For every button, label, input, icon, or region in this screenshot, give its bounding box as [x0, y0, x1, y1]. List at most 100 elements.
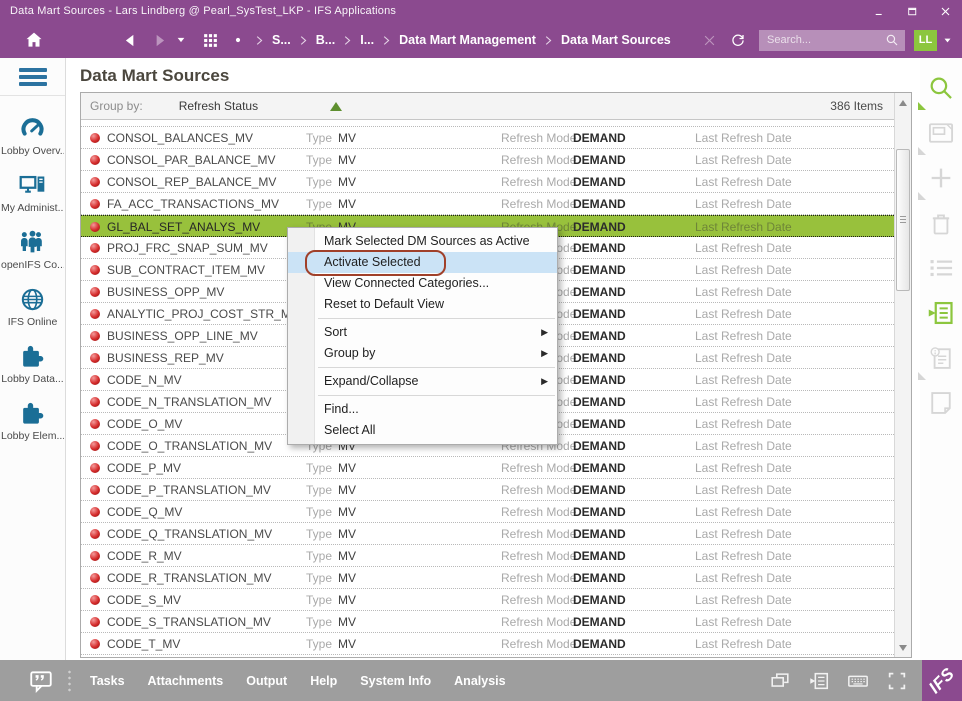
breadcrumb-item-s[interactable]: S... — [272, 33, 291, 47]
table-row[interactable]: CODE_P_TRANSLATION_MVTypeMVRefresh ModeD… — [81, 479, 894, 501]
statusbar-item-help[interactable]: Help — [310, 674, 337, 688]
minimize-icon[interactable] — [873, 5, 886, 18]
table-row[interactable]: CODE_P_MVTypeMVRefresh ModeDEMANDLast Re… — [81, 457, 894, 479]
breadcrumb-item-b[interactable]: B... — [316, 33, 335, 47]
titlebar: Data Mart Sources - Lars Lindberg @ Pear… — [0, 0, 962, 22]
breadcrumb-item-data-mart-sources[interactable]: Data Mart Sources — [561, 33, 671, 47]
table-row[interactable]: CODE_T_TRANSLATION_MVTypeMVRefresh ModeD… — [81, 655, 894, 657]
table-row[interactable]: CONSOL_REP_BALANCE_MVTypeMVRefresh ModeD… — [81, 171, 894, 193]
scroll-up-icon[interactable] — [899, 100, 907, 106]
card-button[interactable] — [927, 119, 955, 147]
hamburger-menu-icon[interactable] — [19, 68, 47, 86]
user-badge[interactable]: LL — [914, 30, 937, 51]
row-name: SUB_CONTRACT_ITEM_MV — [107, 263, 265, 277]
breadcrumb-separator — [536, 35, 561, 46]
sidebar-item-label: Lobby Overv... — [1, 145, 64, 157]
scrollbar-thumb[interactable] — [896, 149, 910, 291]
table-row[interactable]: CODE_T_MVTypeMVRefresh ModeDEMANDLast Re… — [81, 633, 894, 655]
sidebar-item-openifs-co[interactable]: openIFS Co... — [0, 222, 65, 279]
row-name: CONSOL_PAR_BALANCE_MV — [107, 153, 276, 167]
table-row[interactable]: CONSOL_BALANCES_MVTypeMVRefresh ModeDEMA… — [81, 127, 894, 149]
context-menu-item-group-by[interactable]: Group by▶ — [288, 343, 557, 364]
context-menu-item-select-all[interactable]: Select All — [288, 420, 557, 441]
chevron-right-icon — [381, 35, 392, 46]
scroll-down-icon[interactable] — [899, 645, 907, 651]
note-button[interactable] — [927, 389, 955, 417]
close-icon[interactable] — [939, 5, 952, 18]
table-row[interactable]: CODE_S_MVTypeMVRefresh ModeDEMANDLast Re… — [81, 589, 894, 611]
last-refresh-date-label: Last Refresh Date — [695, 439, 792, 453]
sort-ascending-icon[interactable] — [330, 102, 342, 111]
table-row[interactable]: FA_ACC_TRANSACTIONS_MVTypeMVRefresh Mode… — [81, 193, 894, 215]
group-by-value[interactable]: Refresh Status — [179, 99, 258, 113]
table-row[interactable]: CODE_R_TRANSLATION_MVTypeMVRefresh ModeD… — [81, 567, 894, 589]
type-label: Type — [306, 461, 332, 475]
clipped-row-top — [81, 120, 894, 127]
breadcrumb-item-i[interactable]: I... — [360, 33, 374, 47]
workstation-icon — [19, 172, 46, 199]
forward-icon[interactable] — [151, 32, 168, 49]
statusbar-item-system-info[interactable]: System Info — [360, 674, 431, 688]
context-menu-item-expand-collapse[interactable]: Expand/Collapse▶ — [288, 371, 557, 392]
vertical-scrollbar[interactable] — [894, 93, 911, 657]
stop-icon[interactable] — [702, 33, 717, 48]
clipboard-info-button[interactable] — [927, 344, 955, 372]
refresh-mode-value: DEMAND — [573, 549, 626, 563]
type-value: MV — [338, 131, 356, 145]
list-button[interactable] — [927, 254, 955, 282]
context-menu-item-find[interactable]: Find... — [288, 399, 557, 420]
table-row[interactable]: CODE_Q_TRANSLATION_MVTypeMVRefresh ModeD… — [81, 523, 894, 545]
maximize-icon[interactable] — [906, 5, 919, 18]
context-menu-item-reset-to-default-view[interactable]: Reset to Default View — [288, 294, 557, 315]
chevron-right-icon — [543, 35, 554, 46]
sidebar-item-ifs-online[interactable]: IFS Online — [0, 279, 65, 336]
home-icon[interactable] — [24, 30, 44, 50]
status-red-icon — [90, 529, 100, 539]
keyboard-button[interactable] — [847, 670, 869, 692]
statusbar-item-attachments[interactable]: Attachments — [148, 674, 224, 688]
table-row[interactable]: CODE_R_MVTypeMVRefresh ModeDEMANDLast Re… — [81, 545, 894, 567]
context-menu-item-sort[interactable]: Sort▶ — [288, 322, 557, 343]
sidebar-item-my-administ[interactable]: My Administ... — [0, 165, 65, 222]
breadcrumb-item-data-mart-management[interactable]: Data Mart Management — [399, 33, 536, 47]
last-refresh-date-label: Last Refresh Date — [695, 527, 792, 541]
table-row[interactable]: CONSOL_PAR_BALANCE_MVTypeMVRefresh ModeD… — [81, 149, 894, 171]
statusbar-item-tasks[interactable]: Tasks — [90, 674, 125, 688]
back-icon[interactable] — [122, 32, 139, 49]
sidebar-item-lobby-elem[interactable]: Lobby Elem... — [0, 393, 65, 450]
type-value: MV — [338, 461, 356, 475]
statusbar-item-analysis[interactable]: Analysis — [454, 674, 505, 688]
dock-panel-button[interactable] — [808, 670, 830, 692]
trash-button[interactable] — [927, 209, 955, 237]
context-menu-item-activate-selected[interactable]: Activate Selected — [288, 252, 557, 273]
refresh-icon[interactable] — [730, 32, 746, 48]
row-name: CONSOL_BALANCES_MV — [107, 131, 253, 145]
context-menu-item-view-connected-categories[interactable]: View Connected Categories... — [288, 273, 557, 294]
context-menu-item-mark-selected-dm-sources-as-active[interactable]: Mark Selected DM Sources as Active — [288, 231, 557, 252]
option-corner-icon — [918, 147, 926, 155]
table-row[interactable]: CODE_S_TRANSLATION_MVTypeMVRefresh ModeD… — [81, 611, 894, 633]
table-row[interactable]: CODE_Q_MVTypeMVRefresh ModeDEMANDLast Re… — [81, 501, 894, 523]
statusbar-item-output[interactable]: Output — [246, 674, 287, 688]
app-grid-icon[interactable] — [202, 32, 219, 49]
cascade-windows-button[interactable] — [769, 670, 791, 692]
fullscreen-button[interactable] — [886, 670, 908, 692]
refresh-mode-value: DEMAND — [573, 461, 626, 475]
row-name: FA_ACC_TRANSACTIONS_MV — [107, 197, 279, 211]
sidebar-item-lobby-data[interactable]: Lobby Data... — [0, 336, 65, 393]
row-name: CODE_S_MV — [107, 593, 181, 607]
feedback-bubble-icon[interactable] — [28, 668, 54, 694]
type-value: MV — [338, 549, 356, 563]
type-value: MV — [338, 505, 356, 519]
search-input[interactable] — [765, 33, 885, 47]
search-button[interactable] — [927, 74, 955, 102]
add-button[interactable] — [927, 164, 955, 192]
user-menu-caret-icon[interactable] — [943, 36, 952, 45]
search-icon[interactable] — [885, 33, 899, 47]
history-caret-icon[interactable] — [176, 35, 186, 45]
refresh-mode-value: DEMAND — [573, 395, 626, 409]
last-refresh-date-label: Last Refresh Date — [695, 417, 792, 431]
sidebar-item-lobby-overv[interactable]: Lobby Overv... — [0, 108, 65, 165]
status-red-icon — [90, 441, 100, 451]
details-button[interactable] — [927, 299, 955, 327]
